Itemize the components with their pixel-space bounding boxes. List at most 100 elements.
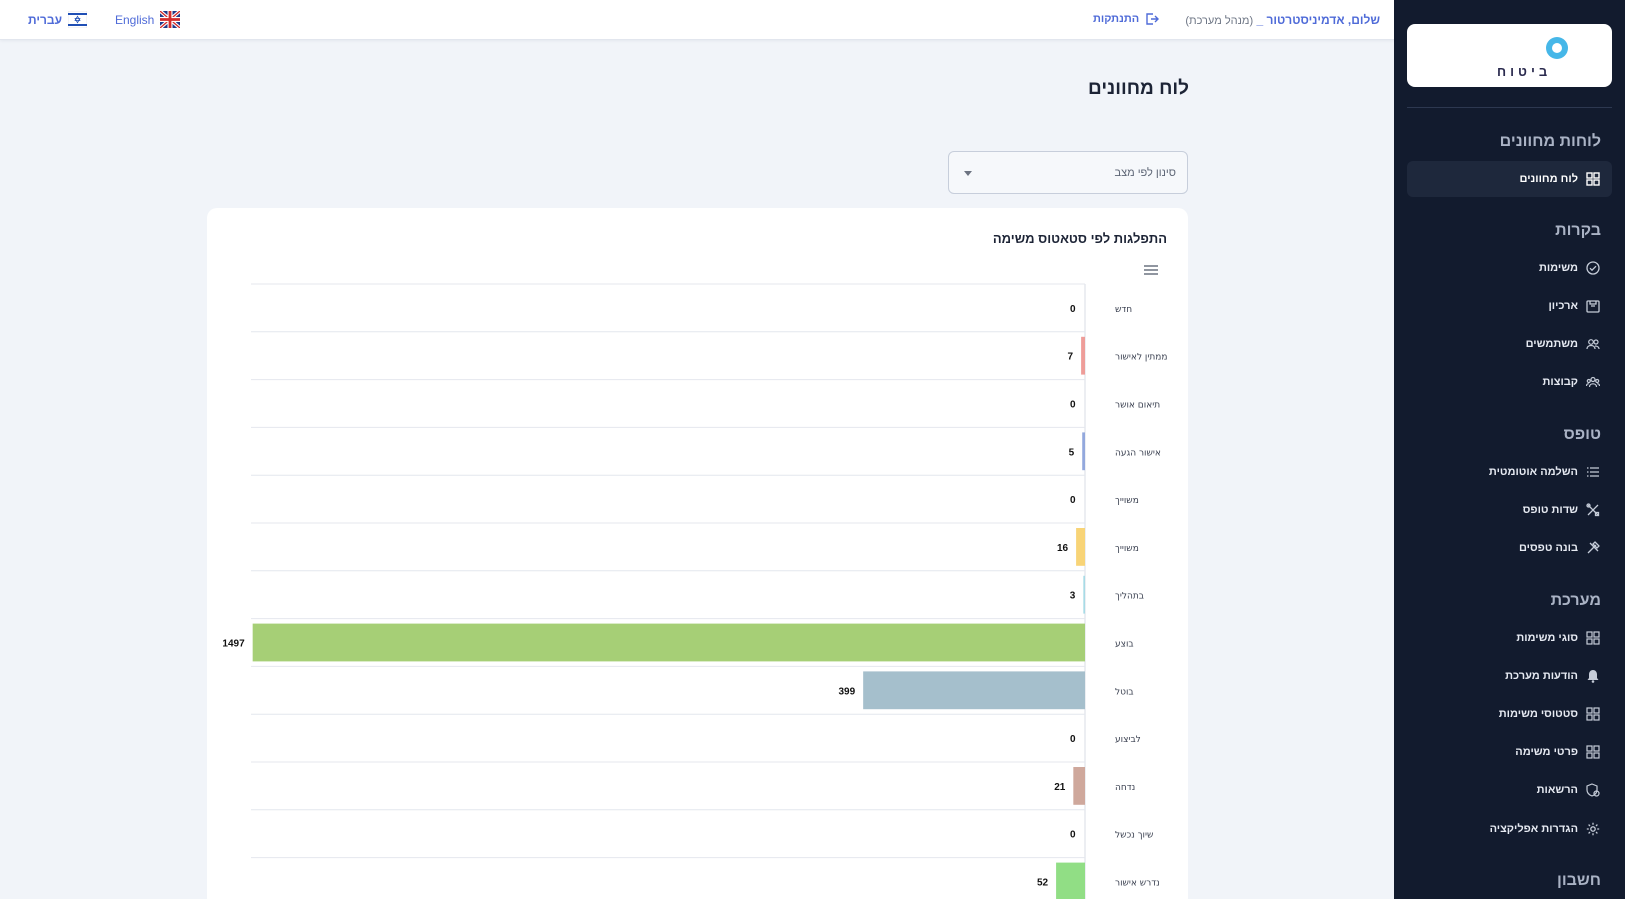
archive-icon (1586, 300, 1600, 313)
sidebar-item-users[interactable]: משתמשים (1407, 326, 1612, 362)
chart-bar (1082, 432, 1085, 471)
sidebar-item-system-messages[interactable]: הודעות מערכת (1407, 658, 1612, 694)
sidebar-item-task-details[interactable]: פרטי משימה (1407, 734, 1612, 770)
logout-icon (1146, 13, 1160, 25)
sidebar-item-label: פרטי משימה (1515, 746, 1578, 758)
section-title-dashboards: לוחות מחוונים (1499, 133, 1601, 150)
uk-flag-icon (160, 11, 181, 28)
bell-icon (1587, 670, 1599, 683)
status-filter-placeholder: סינון לפי מצב (1114, 167, 1176, 179)
chart-data-label: 1497 (222, 639, 245, 650)
sidebar-item-form-builder[interactable]: בונה טפסים (1407, 530, 1612, 566)
language-hebrew-button[interactable]: עברית (28, 11, 88, 28)
dashboard-grid-icon (1586, 172, 1600, 186)
chart-bar (1083, 575, 1085, 614)
logout-button[interactable]: התנתקות (1093, 12, 1160, 26)
sidebar-item-tasks[interactable]: משימות (1407, 250, 1612, 286)
sidebar-item-dashboard[interactable]: לוח מחוונים (1407, 161, 1612, 197)
sidebar-item-form-fields[interactable]: שדות טופס (1407, 492, 1612, 528)
logout-label: התנתקות (1093, 13, 1140, 25)
chart-category-label: תיאום אושר (1115, 401, 1160, 411)
user-role: (מנהל מערכת) (1185, 15, 1254, 27)
chart-category-label: חדש (1115, 305, 1132, 315)
status-filter-select[interactable]: סינון לפי מצב (948, 151, 1188, 194)
section-title-controls: בקרות (1555, 222, 1601, 239)
chart-data-label: 21 (1054, 782, 1066, 793)
sidebar-divider (1407, 107, 1612, 108)
chart-category-label: בוטל (1115, 687, 1134, 697)
section-title-account: חשבון (1557, 872, 1601, 889)
shield-icon (1586, 783, 1600, 797)
sidebar-item-label: סטטוסי משימות (1498, 708, 1578, 720)
sidebar-item-label: ארכיון (1548, 300, 1578, 312)
sidebar-item-archive[interactable]: ארכיון (1407, 288, 1612, 324)
chart-bar (1073, 767, 1085, 805)
logo-subtitle: ביטוח (1497, 64, 1552, 79)
sidebar-item-label: שדות טופס (1522, 504, 1578, 516)
sidebar-item-task-statuses[interactable]: סטטוסי משימות (1407, 696, 1612, 732)
chart-category-label: לביצוע (1115, 735, 1141, 745)
chart-category-label: ממתין לאישור (1115, 353, 1168, 363)
language-hebrew-label: עברית (28, 12, 63, 27)
chart-data-label: 52 (1037, 878, 1049, 889)
chart-category-label: משוייך (1115, 496, 1139, 506)
section-title-system: מערכת (1550, 592, 1601, 609)
sidebar-item-label: בונה טפסים (1518, 542, 1578, 554)
chart-data-label: 16 (1057, 543, 1069, 554)
sidebar-item-label: קבוצות (1542, 376, 1578, 388)
greeting-text: שלום, אדמיניסטרטור _ (1256, 13, 1380, 27)
language-english-label: English (115, 12, 155, 27)
chart-data-label: 0 (1070, 495, 1076, 506)
chart-category-label: משוייך (1115, 544, 1139, 554)
list-icon (1587, 467, 1599, 477)
chart-data-label: 3 (1070, 591, 1076, 602)
status-bar-chart: 0 חדש 7 ממתין לאישור 0 תיאום אושר 5 אישור הגעה 0… (222, 283, 1168, 899)
chart-bar (252, 623, 1086, 662)
chart-data-label: 0 (1070, 734, 1076, 745)
chart-bar (1056, 862, 1085, 899)
sidebar-item-task-types[interactable]: סוגי משימות (1407, 620, 1612, 656)
logo-mark-icon: finito (1546, 37, 1568, 59)
chart-data-label: 0 (1070, 304, 1076, 315)
chart-category-label: אישור הגעה (1115, 448, 1161, 458)
sidebar-item-label: סוגי משימות (1516, 632, 1578, 644)
chart-category-label: שיוך נכשל (1115, 831, 1153, 841)
sidebar-item-groups[interactable]: קבוצות (1407, 364, 1612, 400)
sidebar-item-label: הרשאות (1536, 784, 1578, 796)
sidebar-item-label: לוח מחוונים (1519, 173, 1578, 185)
sidebar-item-autocomplete[interactable]: השלמה אוטומטית (1407, 454, 1612, 490)
chart-data-label: 399 (838, 686, 855, 697)
builder-tools-icon (1587, 541, 1600, 554)
chart-data-label: 5 (1069, 447, 1075, 458)
chart-bar (1076, 528, 1085, 566)
user-greeting: שלום, אדמיניסטרטור _ (מנהל מערכת) (1185, 13, 1380, 27)
chart-bar (863, 671, 1085, 710)
tools-icon (1586, 503, 1600, 517)
chart-card: התפלגות לפי סטאטוס משימה 0 חדש 7 ממתין לאיש… (207, 208, 1188, 899)
chart-bar (1081, 336, 1085, 375)
top-bar: שלום, אדמיניסטרטור _ (מנהל מערכת) התנתקו… (0, 0, 1394, 40)
gear-icon (1586, 822, 1600, 836)
page-title: לוח מחוונים (1088, 78, 1189, 99)
chart-data-label: 7 (1068, 352, 1074, 363)
sidebar-item-label: משתמשים (1525, 338, 1578, 350)
language-english-button[interactable]: English (115, 11, 181, 28)
section-title-form: טופס (1563, 426, 1601, 443)
sidebar-item-label: הגדרות אפליקציה (1489, 823, 1578, 835)
chart-category-label: בתהליך (1115, 592, 1144, 602)
chart-category-label: בוצע (1115, 640, 1134, 650)
logo[interactable]: finito ביטוח (1407, 24, 1612, 87)
chart-category-label: נדחה (1115, 783, 1135, 793)
sidebar-item-app-settings[interactable]: הגדרות אפליקציה (1407, 811, 1612, 847)
israel-flag-icon (68, 11, 88, 28)
chevron-down-icon (964, 171, 972, 176)
grid-icon (1586, 707, 1600, 721)
grid-icon (1586, 745, 1600, 759)
sidebar-item-label: השלמה אוטומטית (1488, 466, 1578, 478)
sidebar-item-label: משימות (1538, 262, 1578, 274)
chart-category-label: נדרש אישור (1115, 879, 1160, 889)
sidebar: finito ביטוח לוחות מחוונים לוח מחוונים ב… (1394, 0, 1625, 899)
chart-data-label: 0 (1070, 400, 1076, 411)
sidebar-item-permissions[interactable]: הרשאות (1407, 772, 1612, 808)
chart-data-label: 0 (1070, 830, 1076, 841)
